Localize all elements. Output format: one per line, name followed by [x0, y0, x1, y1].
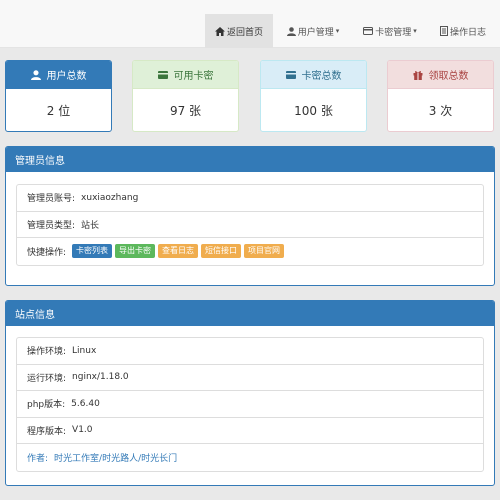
card-icon	[285, 70, 296, 79]
card-icon	[157, 70, 168, 79]
row-value: 5.6.40	[71, 398, 100, 409]
stat-value: 3 次	[428, 104, 453, 118]
list-item: 管理员账号: xuxiaozhang	[17, 185, 483, 212]
stat-card-available-cards: 可用卡密 97 张	[132, 60, 239, 132]
view-logs-button[interactable]: 查看日志	[158, 244, 199, 259]
nav-logs-label: 操作日志	[449, 27, 486, 38]
list-item: 操作环境: Linux	[17, 338, 483, 365]
admin-info-list: 管理员账号: xuxiaozhang 管理员类型: 站长 快捷操作: 卡密列表 …	[16, 184, 484, 266]
stat-value: 100 张	[294, 104, 333, 118]
card-list-button[interactable]: 卡密列表	[72, 244, 113, 259]
author-link[interactable]: 时光工作室/时光路人/时光长门	[54, 451, 177, 464]
export-cards-button[interactable]: 导出卡密	[115, 244, 156, 259]
admin-type-value: 站长	[81, 220, 100, 231]
caret-down-icon: ▾	[413, 27, 417, 35]
project-site-button[interactable]: 项目官网	[244, 244, 285, 259]
stat-card-total-cards: 卡密总数 100 张	[260, 60, 367, 132]
gift-icon	[413, 70, 423, 80]
stat-card-users: 用户总数 2 位	[5, 60, 112, 132]
nav-users-label: 用户管理	[297, 27, 334, 38]
panel-title: 站点信息	[6, 301, 494, 326]
stat-label: 用户总数	[46, 71, 87, 82]
quick-actions-row: 快捷操作: 卡密列表 导出卡密 查看日志 短信接口 项目官网	[17, 238, 483, 265]
row-value: V1.0	[72, 425, 93, 436]
row-label: 操作环境:	[27, 347, 67, 358]
stat-card-header: 用户总数	[6, 61, 111, 89]
sms-api-button[interactable]: 短信接口	[201, 244, 242, 259]
nav-cards-label: 卡密管理	[375, 27, 412, 38]
site-info-list: 操作环境: Linux 运行环境: nginx/1.18.0 php版本: 5.…	[16, 337, 484, 472]
row-label: 程序版本:	[27, 426, 67, 437]
document-icon	[439, 26, 448, 36]
stat-value: 97 张	[169, 104, 202, 118]
author-row[interactable]: 作者: 时光工作室/时光路人/时光长门	[17, 444, 483, 471]
admin-type-label: 管理员类型:	[27, 220, 76, 231]
row-value: nginx/1.18.0	[72, 372, 129, 383]
admin-info-panel: 管理员信息 管理员账号: xuxiaozhang 管理员类型: 站长 快捷操作:…	[5, 146, 495, 286]
user-icon	[30, 69, 41, 80]
nav-home-link[interactable]: 返回首页	[205, 14, 273, 48]
stat-card-header: 领取总数	[388, 61, 493, 89]
stat-card-header: 可用卡密	[133, 61, 238, 89]
stat-label: 领取总数	[428, 71, 469, 82]
stat-value: 2 位	[46, 104, 71, 118]
nav-home-label: 返回首页	[226, 27, 263, 38]
home-icon	[214, 26, 225, 36]
row-label: 运行环境:	[27, 373, 67, 384]
site-info-panel: 站点信息 操作环境: Linux 运行环境: nginx/1.18.0 php版…	[5, 300, 495, 486]
top-navbar: 返回首页 用户管理 ▾ 卡密管理 ▾ 操作日志	[0, 0, 500, 48]
nav-logs-link[interactable]: 操作日志	[432, 14, 494, 48]
row-value: Linux	[72, 345, 97, 356]
admin-account-label: 管理员账号:	[27, 194, 76, 205]
stat-card-header: 卡密总数	[261, 61, 366, 89]
stat-card-claims: 领取总数 3 次	[387, 60, 494, 132]
list-item: 运行环境: nginx/1.18.0	[17, 365, 483, 391]
list-item: 程序版本: V1.0	[17, 418, 483, 444]
row-label: php版本:	[27, 400, 66, 411]
author-label: 作者:	[27, 453, 49, 464]
user-icon	[286, 26, 296, 36]
panel-title: 管理员信息	[6, 147, 494, 172]
caret-down-icon: ▾	[335, 27, 340, 35]
quick-actions-label: 快捷操作:	[27, 247, 67, 258]
stat-label: 可用卡密	[173, 71, 214, 82]
nav-users-dropdown[interactable]: 用户管理 ▾	[278, 14, 348, 48]
list-item: 管理员类型: 站长	[17, 212, 483, 238]
card-icon	[363, 27, 374, 35]
list-item: php版本: 5.6.40	[17, 391, 483, 418]
nav-cards-dropdown[interactable]: 卡密管理 ▾	[355, 14, 425, 48]
admin-account-value: xuxiaozhang	[81, 192, 139, 203]
stat-label: 卡密总数	[301, 71, 342, 82]
